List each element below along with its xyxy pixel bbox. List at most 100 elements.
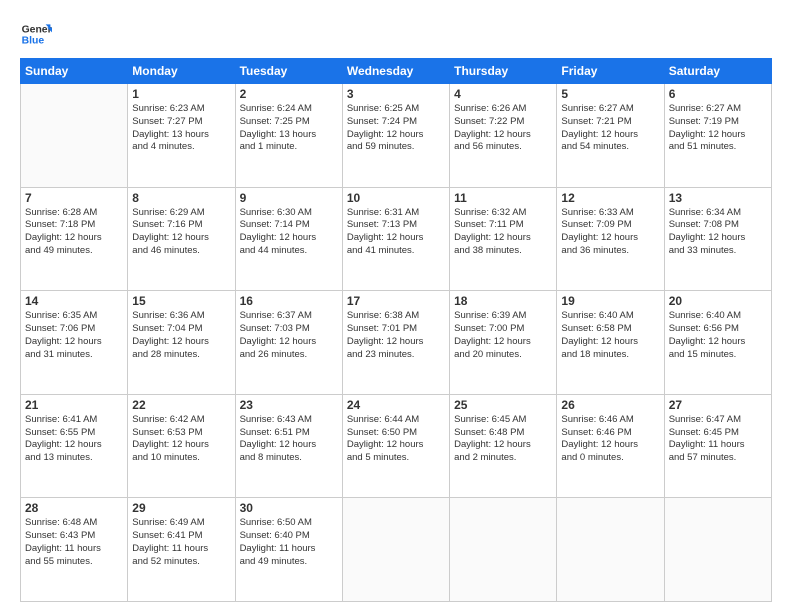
cell-info: Daylight: 12 hours bbox=[347, 232, 445, 245]
day-number: 2 bbox=[240, 87, 338, 101]
cell-info: and 51 minutes. bbox=[669, 141, 767, 154]
logo-icon: General Blue bbox=[20, 18, 52, 50]
cell-info: Daylight: 11 hours bbox=[240, 543, 338, 556]
cell-info: Daylight: 12 hours bbox=[25, 439, 123, 452]
cell-info: and 5 minutes. bbox=[347, 452, 445, 465]
cell-info: and 15 minutes. bbox=[669, 349, 767, 362]
cell-info: and 38 minutes. bbox=[454, 245, 552, 258]
cell-info: Daylight: 11 hours bbox=[669, 439, 767, 452]
cell-info: Daylight: 12 hours bbox=[347, 336, 445, 349]
calendar-cell: 23Sunrise: 6:43 AMSunset: 6:51 PMDayligh… bbox=[235, 394, 342, 498]
cell-info: Daylight: 12 hours bbox=[132, 232, 230, 245]
cell-info: Sunrise: 6:49 AM bbox=[132, 517, 230, 530]
day-number: 1 bbox=[132, 87, 230, 101]
day-number: 6 bbox=[669, 87, 767, 101]
cell-info: Sunset: 7:22 PM bbox=[454, 116, 552, 129]
calendar-cell bbox=[342, 498, 449, 602]
day-number: 16 bbox=[240, 294, 338, 308]
cell-info: Sunset: 7:03 PM bbox=[240, 323, 338, 336]
cell-info: Sunset: 7:18 PM bbox=[25, 219, 123, 232]
cell-info: Daylight: 12 hours bbox=[347, 439, 445, 452]
cell-info: Sunset: 7:08 PM bbox=[669, 219, 767, 232]
cell-info: Daylight: 13 hours bbox=[132, 129, 230, 142]
cell-info: Sunset: 6:41 PM bbox=[132, 530, 230, 543]
cell-info: Daylight: 12 hours bbox=[669, 129, 767, 142]
day-number: 24 bbox=[347, 398, 445, 412]
cell-info: Sunrise: 6:40 AM bbox=[669, 310, 767, 323]
page: General Blue SundayMondayTuesdayWednesda… bbox=[0, 0, 792, 612]
day-number: 17 bbox=[347, 294, 445, 308]
cell-info: Sunrise: 6:40 AM bbox=[561, 310, 659, 323]
cell-info: Sunrise: 6:25 AM bbox=[347, 103, 445, 116]
day-number: 22 bbox=[132, 398, 230, 412]
cell-info: Sunset: 6:53 PM bbox=[132, 427, 230, 440]
cell-info: and 56 minutes. bbox=[454, 141, 552, 154]
cell-info: and 44 minutes. bbox=[240, 245, 338, 258]
cell-info: Sunrise: 6:37 AM bbox=[240, 310, 338, 323]
cell-info: and 2 minutes. bbox=[454, 452, 552, 465]
cell-info: Sunset: 6:45 PM bbox=[669, 427, 767, 440]
svg-text:Blue: Blue bbox=[22, 36, 45, 47]
day-number: 4 bbox=[454, 87, 552, 101]
calendar-cell: 2Sunrise: 6:24 AMSunset: 7:25 PMDaylight… bbox=[235, 84, 342, 188]
calendar-cell: 29Sunrise: 6:49 AMSunset: 6:41 PMDayligh… bbox=[128, 498, 235, 602]
calendar-cell bbox=[21, 84, 128, 188]
cell-info: Daylight: 11 hours bbox=[25, 543, 123, 556]
cell-info: Daylight: 12 hours bbox=[25, 232, 123, 245]
cell-info: and 23 minutes. bbox=[347, 349, 445, 362]
week-row-5: 28Sunrise: 6:48 AMSunset: 6:43 PMDayligh… bbox=[21, 498, 772, 602]
cell-info: Sunrise: 6:33 AM bbox=[561, 207, 659, 220]
cell-info: Sunset: 7:13 PM bbox=[347, 219, 445, 232]
cell-info: Daylight: 12 hours bbox=[669, 232, 767, 245]
cell-info: Sunrise: 6:36 AM bbox=[132, 310, 230, 323]
cell-info: Sunset: 7:01 PM bbox=[347, 323, 445, 336]
cell-info: and 54 minutes. bbox=[561, 141, 659, 154]
calendar-cell: 18Sunrise: 6:39 AMSunset: 7:00 PMDayligh… bbox=[450, 291, 557, 395]
cell-info: Sunrise: 6:26 AM bbox=[454, 103, 552, 116]
cell-info: Sunrise: 6:29 AM bbox=[132, 207, 230, 220]
cell-info: Daylight: 12 hours bbox=[454, 439, 552, 452]
cell-info: and 28 minutes. bbox=[132, 349, 230, 362]
cell-info: Sunrise: 6:27 AM bbox=[561, 103, 659, 116]
calendar-cell: 24Sunrise: 6:44 AMSunset: 6:50 PMDayligh… bbox=[342, 394, 449, 498]
cell-info: Sunset: 6:40 PM bbox=[240, 530, 338, 543]
cell-info: Daylight: 12 hours bbox=[240, 232, 338, 245]
cell-info: Daylight: 12 hours bbox=[132, 439, 230, 452]
cell-info: Sunset: 6:55 PM bbox=[25, 427, 123, 440]
day-number: 26 bbox=[561, 398, 659, 412]
cell-info: Daylight: 12 hours bbox=[454, 232, 552, 245]
day-number: 9 bbox=[240, 191, 338, 205]
day-number: 29 bbox=[132, 501, 230, 515]
cell-info: Sunrise: 6:47 AM bbox=[669, 414, 767, 427]
cell-info: Sunset: 6:56 PM bbox=[669, 323, 767, 336]
calendar-cell: 10Sunrise: 6:31 AMSunset: 7:13 PMDayligh… bbox=[342, 187, 449, 291]
cell-info: and 41 minutes. bbox=[347, 245, 445, 258]
day-number: 15 bbox=[132, 294, 230, 308]
cell-info: Daylight: 12 hours bbox=[669, 336, 767, 349]
cell-info: Sunrise: 6:34 AM bbox=[669, 207, 767, 220]
calendar-cell: 20Sunrise: 6:40 AMSunset: 6:56 PMDayligh… bbox=[664, 291, 771, 395]
calendar-cell: 26Sunrise: 6:46 AMSunset: 6:46 PMDayligh… bbox=[557, 394, 664, 498]
cell-info: Daylight: 13 hours bbox=[240, 129, 338, 142]
day-number: 10 bbox=[347, 191, 445, 205]
calendar-cell: 22Sunrise: 6:42 AMSunset: 6:53 PMDayligh… bbox=[128, 394, 235, 498]
cell-info: and 33 minutes. bbox=[669, 245, 767, 258]
cell-info: Sunset: 7:24 PM bbox=[347, 116, 445, 129]
calendar-cell bbox=[557, 498, 664, 602]
cell-info: and 52 minutes. bbox=[132, 556, 230, 569]
calendar-cell: 25Sunrise: 6:45 AMSunset: 6:48 PMDayligh… bbox=[450, 394, 557, 498]
cell-info: Sunset: 7:00 PM bbox=[454, 323, 552, 336]
cell-info: Daylight: 12 hours bbox=[240, 439, 338, 452]
calendar-cell bbox=[450, 498, 557, 602]
cell-info: Sunset: 7:14 PM bbox=[240, 219, 338, 232]
cell-info: Sunrise: 6:50 AM bbox=[240, 517, 338, 530]
day-number: 19 bbox=[561, 294, 659, 308]
cell-info: Daylight: 12 hours bbox=[561, 129, 659, 142]
calendar-cell: 3Sunrise: 6:25 AMSunset: 7:24 PMDaylight… bbox=[342, 84, 449, 188]
calendar-cell: 7Sunrise: 6:28 AMSunset: 7:18 PMDaylight… bbox=[21, 187, 128, 291]
calendar-cell: 27Sunrise: 6:47 AMSunset: 6:45 PMDayligh… bbox=[664, 394, 771, 498]
calendar-cell: 30Sunrise: 6:50 AMSunset: 6:40 PMDayligh… bbox=[235, 498, 342, 602]
cell-info: and 0 minutes. bbox=[561, 452, 659, 465]
cell-info: Sunrise: 6:41 AM bbox=[25, 414, 123, 427]
weekday-header-monday: Monday bbox=[128, 59, 235, 84]
